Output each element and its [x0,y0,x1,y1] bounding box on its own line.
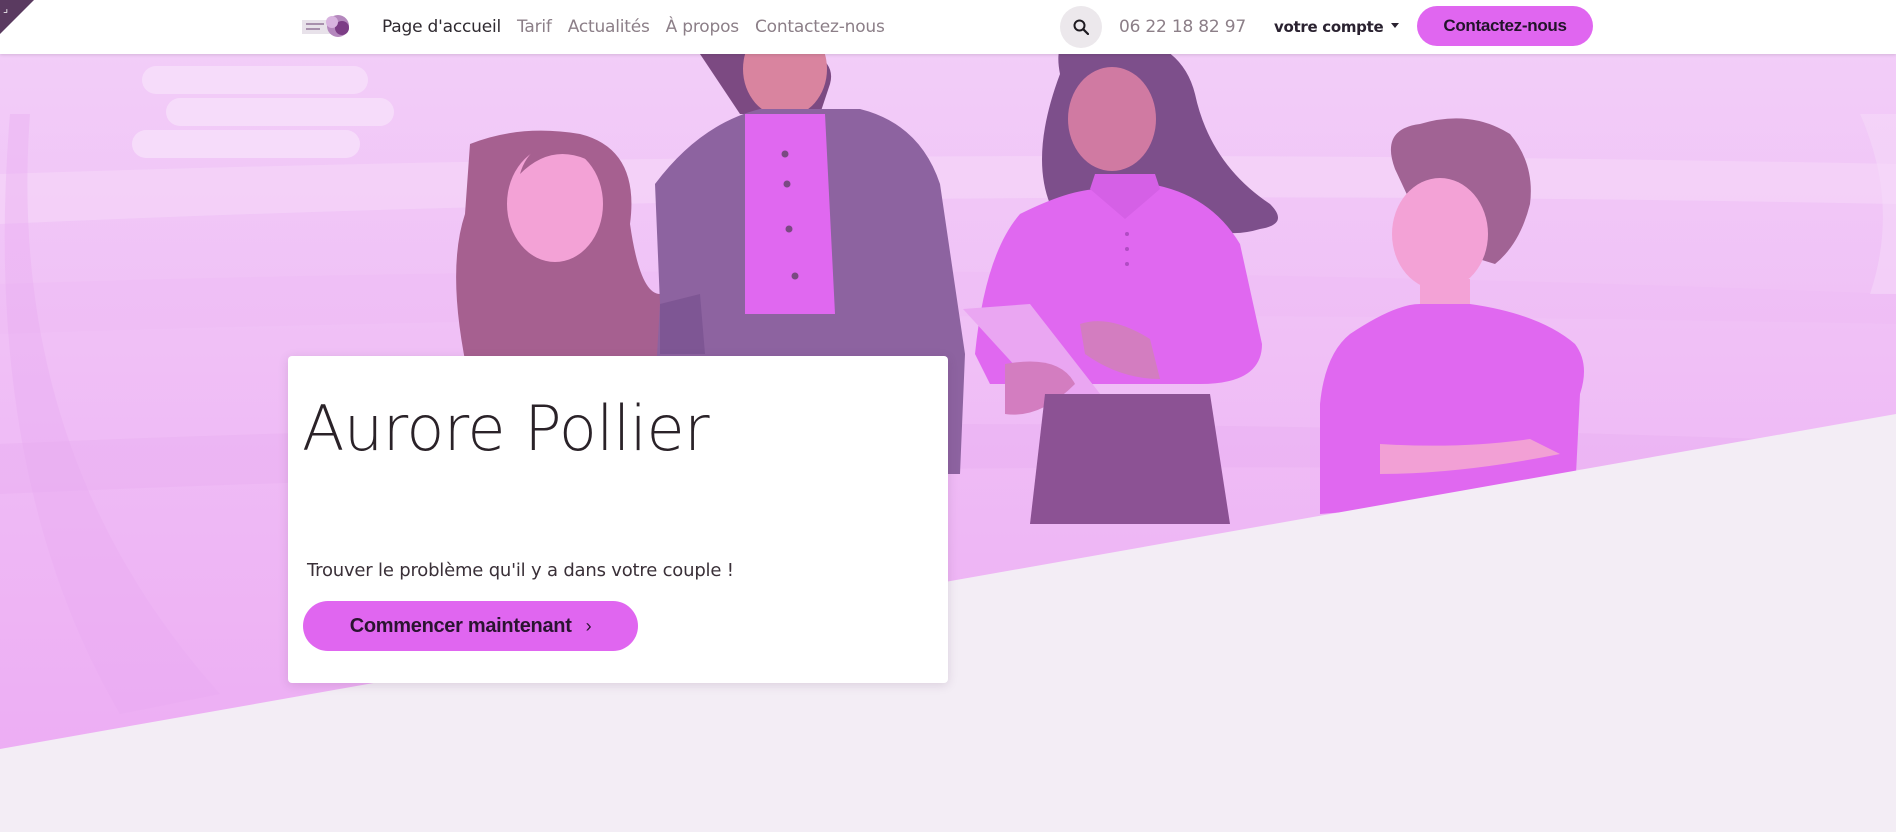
corner-toggle[interactable]: ⌟ [0,0,34,34]
search-button[interactable] [1060,6,1102,48]
hero-title: Aurore Pollier [302,392,710,465]
phone-number[interactable]: 06 22 18 82 97 [1119,0,1246,54]
account-label: votre compte [1274,18,1384,36]
nav-a-propos[interactable]: À propos [666,17,739,37]
hero-card: Aurore Pollier Trouver le problème qu'il… [288,356,948,683]
top-navbar: ⌟ Page d'accueil Tarif Actualités À prop… [0,0,1896,54]
contact-button[interactable]: Contactez-nous [1417,6,1593,46]
hero-tagline: Trouver le problème qu'il y a dans votre… [307,560,734,581]
nav-contact[interactable]: Contactez-nous [755,17,885,37]
hero-illustration [0,54,1896,832]
search-icon [1073,19,1089,35]
nav-actualites[interactable]: Actualités [568,17,650,37]
start-now-label: Commencer maintenant [349,614,572,637]
nav-home[interactable]: Page d'accueil [382,17,501,37]
chevron-right-icon: › [585,615,592,636]
logo-icon[interactable] [302,10,352,42]
start-now-button[interactable]: Commencer maintenant › [303,601,638,651]
nav-tarif[interactable]: Tarif [517,17,552,37]
account-dropdown[interactable]: votre compte [1274,0,1400,54]
main-nav: Page d'accueil Tarif Actualités À propos… [382,0,901,54]
caret-down-icon [1391,22,1400,28]
corner-icon: ⌟ [3,2,9,15]
hero-section: Aurore Pollier Trouver le problème qu'il… [0,54,1896,832]
